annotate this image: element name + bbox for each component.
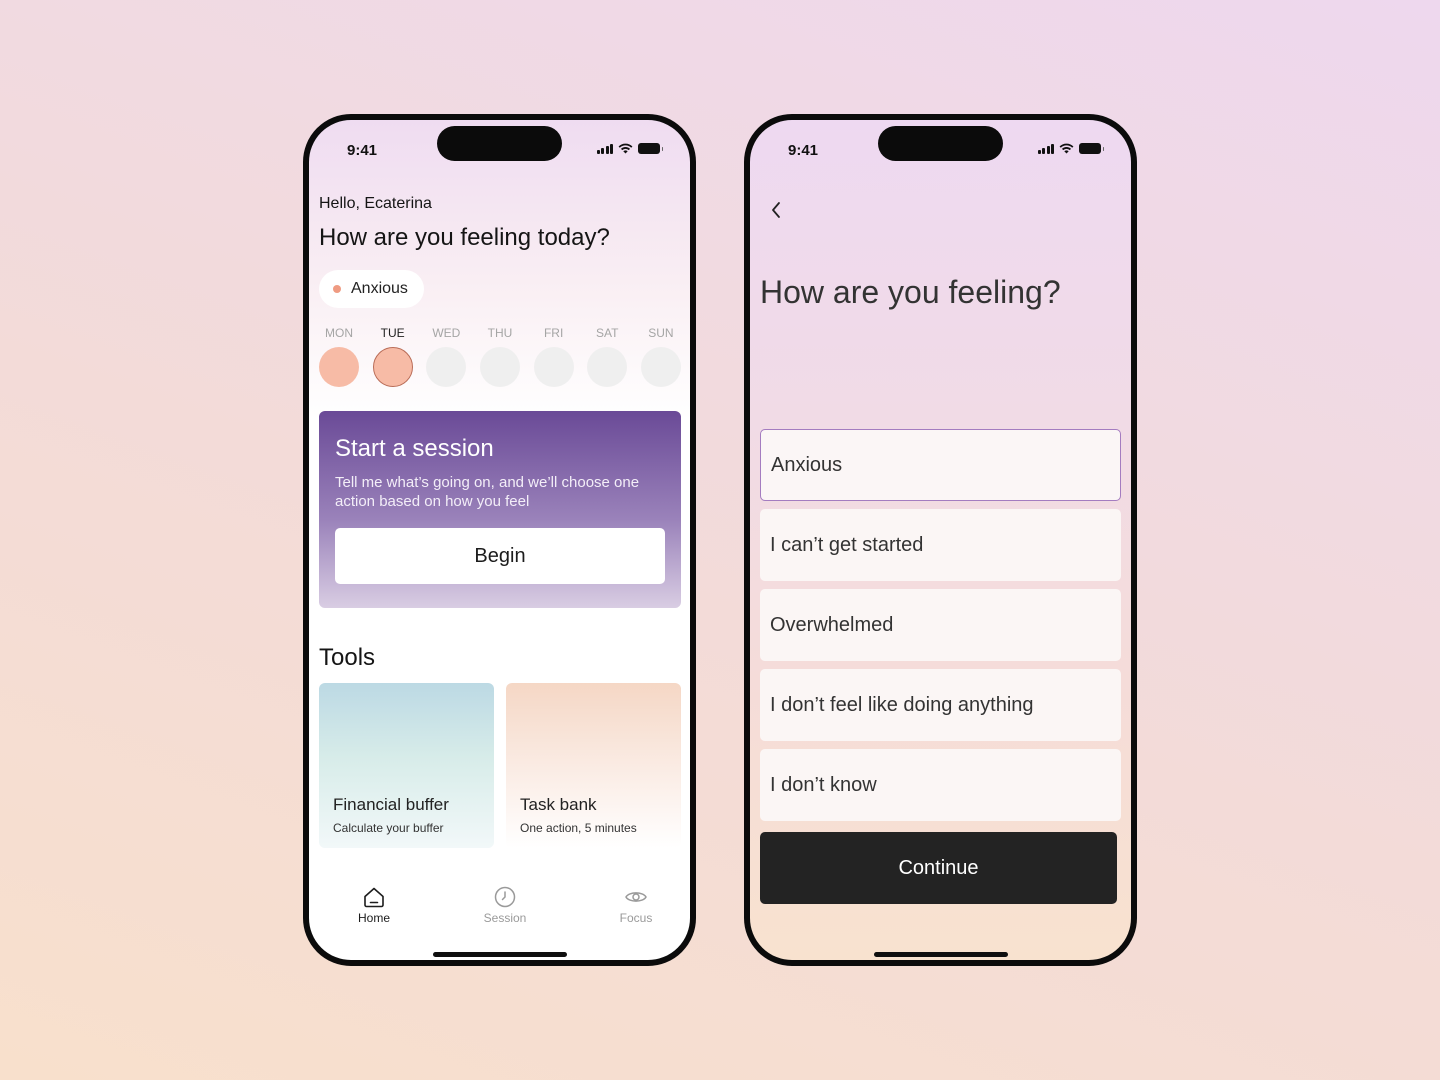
tool-name: Task bank [520,795,597,814]
day-wed[interactable]: WED [426,326,467,387]
tab-label: Session [483,911,527,925]
status-time: 9:41 [347,142,378,159]
tab-label: Focus [619,911,653,925]
day-mood-circle[interactable] [479,347,520,387]
day-mood-circle[interactable] [587,347,628,387]
dynamic-island [878,126,1003,161]
day-label: WED [432,326,461,340]
home-indicator[interactable] [874,952,1008,957]
greeting-text: Hello, Ecaterina [319,195,432,212]
tool-subtitle: Calculate your buffer [333,821,444,835]
day-mood-circle[interactable] [640,347,681,387]
status-time: 9:41 [788,142,819,159]
session-card: Start a session Tell me what’s going on,… [319,411,681,608]
status-bar: 9:41 [750,120,1131,174]
session-title: Start a session [335,435,494,462]
home-indicator[interactable] [433,952,567,957]
day-label: TUE [380,326,405,340]
tool-name: Financial buffer [333,795,449,814]
mood-chip[interactable]: Anxious [319,270,424,308]
feeling-screen: 9:41 How are you feeling? Anxious I can’… [744,114,1137,966]
option-cant-get-started[interactable]: I can’t get started [760,509,1121,581]
clock-icon [494,886,516,908]
day-mood-circle[interactable] [319,347,359,387]
day-label: SAT [596,326,619,340]
day-sat[interactable]: SAT [587,326,628,387]
battery-icon [1079,143,1104,154]
cellular-signal-icon [596,143,613,154]
mood-dot-icon [333,285,341,293]
tool-card-financial-buffer[interactable]: Financial buffer Calculate your buffer [319,683,494,848]
home-screen: 9:41 Hello, Ecaterina How are you feelin… [303,114,696,966]
day-fri[interactable]: FRI [533,326,574,387]
status-icons [1037,143,1104,154]
dynamic-island [437,126,562,161]
back-button[interactable] [764,198,788,222]
battery-icon [638,143,663,154]
day-label: MON [325,326,353,340]
option-overwhelmed[interactable]: Overwhelmed [760,589,1121,661]
session-description: Tell me what’s going on, and we’ll choos… [335,474,640,510]
tool-card-task-bank[interactable]: Task bank One action, 5 minutes [506,683,681,848]
page-title: How are you feeling? [760,274,1061,310]
chevron-left-icon [772,202,780,218]
status-bar: 9:41 [309,120,690,174]
day-tue[interactable]: TUE [372,326,413,387]
day-label: THU [487,326,513,340]
day-mon[interactable]: MON [319,326,359,387]
day-thu[interactable]: THU [479,326,520,387]
week-tracker: MON TUE WED THU FRI SAT SUN [319,326,681,387]
continue-button[interactable]: Continue [760,832,1117,904]
option-dont-feel-like-doing-anything[interactable]: I don’t feel like doing anything [760,669,1121,741]
page-title: How are you feeling today? [319,224,610,251]
status-icons [596,143,663,154]
day-label: SUN [648,326,674,340]
day-sun[interactable]: SUN [640,326,681,387]
day-mood-circle[interactable] [372,347,413,387]
mood-chip-label: Anxious [351,280,408,297]
wifi-icon [1059,143,1074,154]
tab-session[interactable]: Session [465,885,545,925]
home-icon [364,887,384,908]
tool-subtitle: One action, 5 minutes [520,821,637,835]
tab-focus[interactable]: Focus [596,885,676,925]
day-mood-circle[interactable] [533,347,574,387]
eye-icon [625,892,647,902]
begin-button[interactable]: Begin [335,528,665,584]
option-anxious[interactable]: Anxious [760,429,1121,501]
tools-heading: Tools [319,644,376,671]
tab-label: Home [357,911,390,925]
tab-home[interactable]: Home [334,885,414,925]
day-mood-circle[interactable] [426,347,467,387]
option-dont-know[interactable]: I don’t know [760,749,1121,821]
wifi-icon [618,143,633,154]
cellular-signal-icon [1037,143,1054,154]
day-label: FRI [543,326,564,340]
